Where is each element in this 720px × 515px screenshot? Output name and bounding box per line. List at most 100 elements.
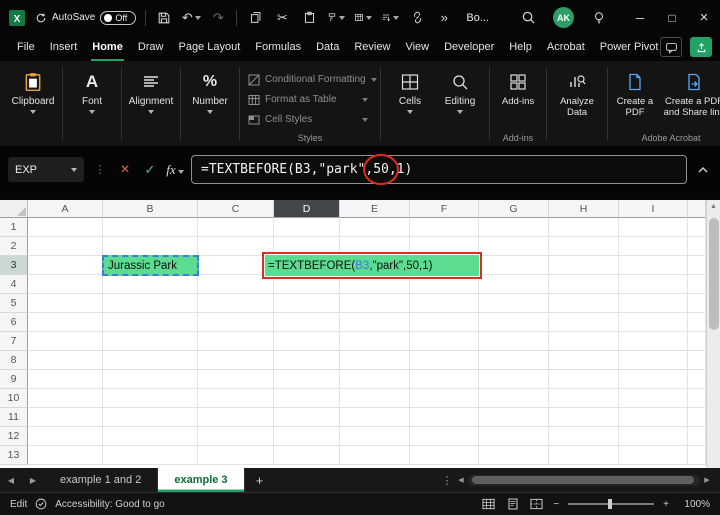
cell-G7[interactable] [479, 332, 549, 351]
cell-partial-10[interactable] [688, 389, 706, 408]
column-header-B[interactable]: B [103, 200, 198, 218]
alignment-button[interactable]: Alignment [126, 64, 176, 114]
cell-partial-1[interactable] [688, 218, 706, 237]
cell-A11[interactable] [28, 408, 103, 427]
menu-tab-acrobat[interactable]: Acrobat [546, 35, 586, 61]
menu-tab-home[interactable]: Home [91, 35, 124, 61]
cell-F8[interactable] [410, 351, 479, 370]
cell-I8[interactable] [619, 351, 688, 370]
row-header-1[interactable]: 1 [0, 218, 28, 237]
zoom-level[interactable]: 100% [678, 499, 710, 510]
cell-F5[interactable] [410, 294, 479, 313]
cell-A3[interactable] [28, 256, 103, 275]
row-header-10[interactable]: 10 [0, 389, 28, 408]
horizontal-scrollbar[interactable] [468, 474, 700, 486]
scroll-left-icon[interactable]: ◀ [456, 476, 466, 484]
cell-G5[interactable] [479, 294, 549, 313]
column-header-I[interactable]: I [619, 200, 688, 218]
cell-I10[interactable] [619, 389, 688, 408]
cell-I4[interactable] [619, 275, 688, 294]
menu-tab-draw[interactable]: Draw [137, 35, 165, 61]
format-painter-icon[interactable] [327, 9, 346, 27]
cell-A6[interactable] [28, 313, 103, 332]
name-box[interactable]: EXP [8, 157, 84, 182]
cell-A13[interactable] [28, 446, 103, 465]
cell-H9[interactable] [549, 370, 619, 389]
row-header-12[interactable]: 12 [0, 427, 28, 446]
search-icon[interactable] [519, 9, 537, 27]
cell-B9[interactable] [103, 370, 198, 389]
number-button[interactable]: % Number [185, 64, 235, 114]
cell-B10[interactable] [103, 389, 198, 408]
vertical-scrollbar[interactable]: ▲ [706, 200, 720, 468]
editing-button[interactable]: Editing [435, 64, 485, 114]
cell-partial-11[interactable] [688, 408, 706, 427]
cell-A2[interactable] [28, 237, 103, 256]
tab-overflow-icon[interactable]: ⋮ [438, 474, 456, 487]
cell-G3[interactable] [479, 256, 549, 275]
accessibility-status[interactable]: Accessibility: Good to go [55, 499, 165, 510]
minimize-button[interactable]: ─ [624, 0, 656, 35]
menu-tab-developer[interactable]: Developer [443, 35, 495, 61]
cell-A12[interactable] [28, 427, 103, 446]
redo-icon[interactable]: ↷ [209, 9, 227, 27]
scroll-up-icon[interactable]: ▲ [707, 200, 720, 214]
cell-styles-button[interactable]: Cell Styles [244, 110, 376, 129]
row-header-11[interactable]: 11 [0, 408, 28, 427]
cell-G11[interactable] [479, 408, 549, 427]
page-break-view-button[interactable] [529, 497, 544, 511]
menu-tab-power-pivot[interactable]: Power Pivot [599, 35, 660, 61]
cell-G2[interactable] [479, 237, 549, 256]
cell-G9[interactable] [479, 370, 549, 389]
copy-icon[interactable] [246, 9, 264, 27]
cell-H12[interactable] [549, 427, 619, 446]
normal-view-button[interactable] [481, 497, 496, 511]
create-pdf-button[interactable]: Create a PDF [612, 64, 658, 119]
cell-A7[interactable] [28, 332, 103, 351]
cell-D3-formula[interactable]: =TEXTBEFORE(B3 ,"park",50,1) [265, 255, 479, 276]
cell-I5[interactable] [619, 294, 688, 313]
cell-A8[interactable] [28, 351, 103, 370]
cell-E6[interactable] [340, 313, 410, 332]
cell-E1[interactable] [340, 218, 410, 237]
cell-partial-5[interactable] [688, 294, 706, 313]
confirm-entry-button[interactable]: ✓ [141, 162, 159, 178]
cell-I11[interactable] [619, 408, 688, 427]
cell-B13[interactable] [103, 446, 198, 465]
cell-E13[interactable] [340, 446, 410, 465]
menu-tab-insert[interactable]: Insert [49, 35, 79, 61]
cell-D11[interactable] [274, 408, 340, 427]
next-sheet-button[interactable]: ▶ [22, 476, 44, 485]
column-header-E[interactable]: E [340, 200, 410, 218]
cell-D7[interactable] [274, 332, 340, 351]
row-header-6[interactable]: 6 [0, 313, 28, 332]
autosave-toggle[interactable]: Off [100, 10, 137, 25]
vertical-scrollbar-thumb[interactable] [709, 218, 719, 330]
cell-H4[interactable] [549, 275, 619, 294]
sort-filter-icon[interactable] [381, 9, 400, 27]
link-icon[interactable] [408, 9, 426, 27]
cell-D6[interactable] [274, 313, 340, 332]
row-header-5[interactable]: 5 [0, 294, 28, 313]
user-avatar[interactable]: AK [553, 7, 574, 28]
sheet-tab-example-1-and-2[interactable]: example 1 and 2 [44, 468, 159, 492]
cell-C6[interactable] [198, 313, 274, 332]
cell-E12[interactable] [340, 427, 410, 446]
cell-C5[interactable] [198, 294, 274, 313]
row-header-9[interactable]: 9 [0, 370, 28, 389]
font-button[interactable]: A Font [67, 64, 117, 114]
menu-tab-file[interactable]: File [16, 35, 36, 61]
create-pdf-share-button[interactable]: Create a PDF and Share link [658, 64, 720, 119]
cell-partial-7[interactable] [688, 332, 706, 351]
cell-partial-9[interactable] [688, 370, 706, 389]
cell-D12[interactable] [274, 427, 340, 446]
cell-H2[interactable] [549, 237, 619, 256]
cell-B2[interactable] [103, 237, 198, 256]
row-header-7[interactable]: 7 [0, 332, 28, 351]
row-header-3[interactable]: 3 [0, 256, 28, 275]
cell-G8[interactable] [479, 351, 549, 370]
new-sheet-button[interactable]: + [245, 473, 275, 488]
cell-C10[interactable] [198, 389, 274, 408]
column-header-G[interactable]: G [479, 200, 549, 218]
cell-C13[interactable] [198, 446, 274, 465]
